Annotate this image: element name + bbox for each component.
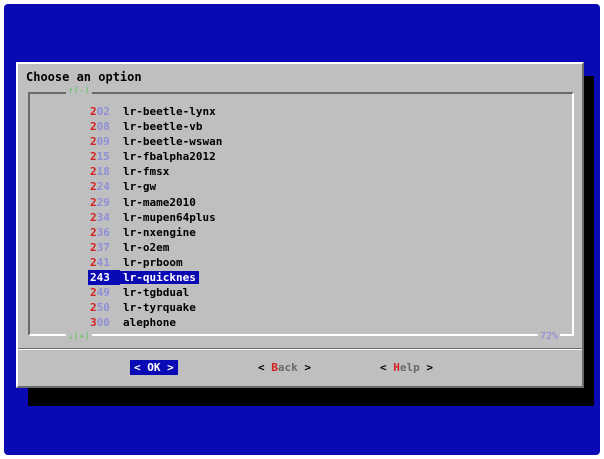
list-item[interactable]: 234 lr-mupen64plus xyxy=(88,210,225,225)
item-label: alephone xyxy=(123,316,176,330)
option-items: 202 lr-beetle-lynx 208 lr-beetle-vb 209 lr-… xyxy=(88,104,225,330)
item-tag-hotkey: 2 xyxy=(90,255,97,269)
item-label: lr-quicknes xyxy=(120,271,199,285)
item-tag: 249 xyxy=(88,285,120,300)
list-item[interactable]: 209 lr-beetle-wswan xyxy=(88,134,225,149)
back-button[interactable]: < Back > xyxy=(254,360,315,375)
item-tag: 237 xyxy=(88,240,120,255)
item-tag: 243 xyxy=(88,270,120,286)
item-tag: 234 xyxy=(88,210,120,225)
ok-label: OK xyxy=(140,361,168,374)
item-tag: 236 xyxy=(88,225,120,240)
back-left-bracket: < xyxy=(258,361,265,374)
item-label: lr-beetle-wswan xyxy=(123,135,223,149)
item-label: lr-tyrquake xyxy=(123,301,196,315)
item-tag: 300 xyxy=(88,315,120,330)
item-tag-hotkey: 2 xyxy=(90,165,97,179)
item-tag: 241 xyxy=(88,255,120,270)
item-tag: 224 xyxy=(88,179,120,194)
list-item[interactable]: 250 lr-tyrquake xyxy=(88,300,225,315)
back-right-bracket: > xyxy=(304,361,311,374)
list-item[interactable]: 218 lr-fmsx xyxy=(88,164,225,179)
item-label: lr-beetle-lynx xyxy=(123,105,216,118)
item-label: lr-mame2010 xyxy=(123,195,196,209)
scroll-percent: 72% xyxy=(537,331,560,342)
item-tag-rest: 09 xyxy=(96,135,110,149)
menu-dialog: Choose an option ↑(-) 202 lr-beetle-lynx … xyxy=(16,62,584,388)
item-tag-hotkey: 2 xyxy=(90,135,97,149)
item-tag-hotkey: 2 xyxy=(90,301,97,315)
item-tag-rest: 29 xyxy=(96,195,110,209)
option-list[interactable]: ↑(-) 202 lr-beetle-lynx 208 lr-beetle-vb 2… xyxy=(28,86,574,342)
button-separator xyxy=(18,348,582,350)
item-tag-rest: 18 xyxy=(96,165,110,179)
help-hotkey: H xyxy=(393,361,400,374)
item-label: lr-mupen64plus xyxy=(123,210,216,224)
item-tag: 218 xyxy=(88,164,120,179)
item-label: lr-fbalpha2012 xyxy=(123,150,216,164)
item-tag-hotkey: 3 xyxy=(90,316,97,330)
item-tag-rest: 37 xyxy=(96,240,110,254)
item-tag-rest: 49 xyxy=(96,286,110,300)
item-label: lr-o2em xyxy=(123,240,170,254)
item-tag-rest: 41 xyxy=(96,255,110,269)
item-tag-hotkey: 2 xyxy=(90,180,97,194)
item-label: lr-tgbdual xyxy=(123,286,190,300)
ok-right-bracket: > xyxy=(167,361,174,374)
list-item[interactable]: 224 lr-gw xyxy=(88,179,225,194)
item-tag: 229 xyxy=(88,195,120,210)
help-button[interactable]: < Help > xyxy=(376,360,437,375)
item-label: lr-gw xyxy=(123,180,157,194)
list-item[interactable]: 236 lr-nxengine xyxy=(88,225,225,240)
item-tag-hotkey: 2 xyxy=(90,225,97,239)
ok-left-bracket: < xyxy=(134,361,141,374)
list-item[interactable]: 237 lr-o2em xyxy=(88,240,225,255)
item-tag-rest: 00 xyxy=(96,316,110,330)
list-item[interactable]: 229 lr-mame2010 xyxy=(88,195,225,210)
list-item[interactable]: 249 lr-tgbdual xyxy=(88,285,225,300)
scroll-down-indicator[interactable]: ↓(+) xyxy=(66,332,92,342)
list-item[interactable]: 202 lr-beetle-lynx xyxy=(88,104,225,119)
help-label: elp xyxy=(399,361,420,374)
list-item[interactable]: 300 alephone xyxy=(88,315,225,330)
back-label: ack xyxy=(277,361,298,374)
item-tag-rest: 36 xyxy=(96,225,110,239)
ok-button[interactable]: < OK > xyxy=(130,360,178,375)
scroll-up-indicator[interactable]: ↑(-) xyxy=(66,86,92,96)
item-tag-rest: 24 xyxy=(96,180,110,194)
item-tag: 209 xyxy=(88,134,120,149)
help-right-bracket: > xyxy=(426,361,433,374)
item-tag-hotkey: 2 xyxy=(90,105,97,118)
item-tag-hotkey: 2 xyxy=(90,150,97,164)
item-tag-rest: 50 xyxy=(96,301,110,315)
item-tag-hotkey: 2 xyxy=(90,195,97,209)
help-left-bracket: < xyxy=(380,361,387,374)
back-hotkey: B xyxy=(271,361,278,374)
dialog-title: Choose an option xyxy=(26,70,142,84)
item-label: lr-nxengine xyxy=(123,225,196,239)
item-label: lr-prboom xyxy=(123,255,183,269)
item-tag-rest: 43 xyxy=(96,271,110,285)
item-tag: 250 xyxy=(88,300,120,315)
item-tag-hotkey: 2 xyxy=(90,271,97,285)
item-label: lr-fmsx xyxy=(123,165,170,179)
item-tag-hotkey: 2 xyxy=(90,240,97,254)
list-item[interactable]: 215 lr-fbalpha2012 xyxy=(88,149,225,164)
item-tag-hotkey: 2 xyxy=(90,210,97,224)
list-item[interactable]: 208 lr-beetle-vb xyxy=(88,119,225,134)
item-tag-rest: 34 xyxy=(96,210,110,224)
item-tag: 208 xyxy=(88,119,120,134)
item-tag: 202 xyxy=(88,104,120,119)
item-tag-hotkey: 2 xyxy=(90,286,97,300)
list-item[interactable]: 241 lr-prboom xyxy=(88,255,225,270)
item-tag: 215 xyxy=(88,149,120,164)
item-tag-hotkey: 2 xyxy=(90,120,97,134)
item-tag-rest: 15 xyxy=(96,150,110,164)
item-tag-rest: 02 xyxy=(96,105,110,118)
item-tag-rest: 08 xyxy=(96,120,110,134)
item-label: lr-beetle-vb xyxy=(123,120,203,134)
list-item-selected[interactable]: 243 lr-quicknes xyxy=(88,270,225,286)
